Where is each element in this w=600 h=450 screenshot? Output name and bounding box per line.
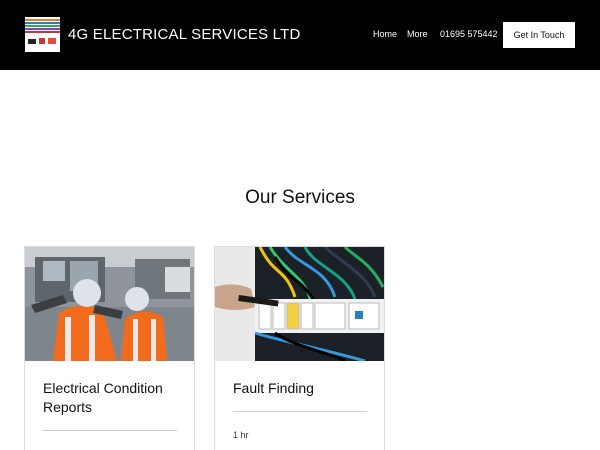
service-duration: 1 hr <box>233 430 249 440</box>
get-in-touch-button[interactable]: Get In Touch <box>503 22 575 48</box>
section-title: Our Services <box>245 187 355 208</box>
nav-item-more[interactable]: More <box>407 29 428 39</box>
card-divider <box>233 411 367 412</box>
company-logo-icon[interactable] <box>25 17 60 52</box>
nav-phone-number[interactable]: 01695 575442 <box>440 29 498 39</box>
service-card-fault-finding[interactable]: Fault Finding 1 hr <box>214 246 385 450</box>
site-title[interactable]: 4G ELECTRICAL SERVICES LTD <box>68 26 301 43</box>
card-divider <box>43 430 177 431</box>
service-title[interactable]: Electrical Condition Reports <box>43 379 183 417</box>
technicians-at-panel-photo[interactable] <box>25 247 194 361</box>
service-card-electrical-condition-reports[interactable]: Electrical Condition Reports <box>24 246 195 450</box>
service-title[interactable]: Fault Finding <box>233 379 373 398</box>
site-header: 4G ELECTRICAL SERVICES LTD Home More 016… <box>0 0 600 70</box>
fuse-board-wiring-photo[interactable] <box>215 247 384 361</box>
nav-item-home[interactable]: Home <box>373 29 397 39</box>
